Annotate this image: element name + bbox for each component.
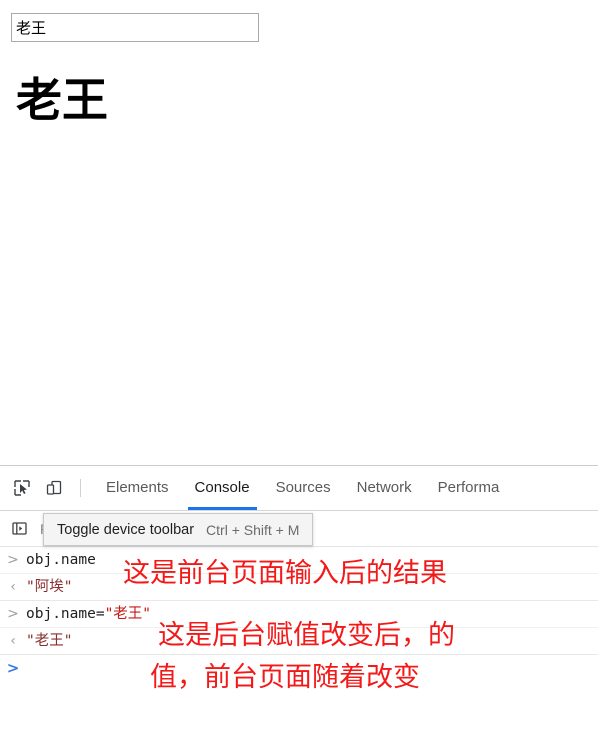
result-arrow-icon: ‹ bbox=[10, 579, 16, 595]
toolbar-divider bbox=[80, 479, 81, 497]
device-toolbar-icon[interactable] bbox=[40, 474, 68, 502]
tab-console[interactable]: Console bbox=[182, 466, 263, 510]
console-command-text: obj.name bbox=[26, 552, 96, 568]
command-prompt-icon: > bbox=[7, 552, 19, 568]
devtools-panel: Elements Console Sources Network Perform… bbox=[0, 465, 598, 730]
name-input[interactable] bbox=[11, 13, 259, 42]
devtools-tabbar: Elements Console Sources Network Perform… bbox=[0, 466, 598, 511]
result-arrow-icon: ‹ bbox=[10, 633, 16, 649]
page-heading: 老王 bbox=[16, 73, 108, 127]
console-command-text: obj.name= bbox=[26, 606, 105, 622]
console-message-list: > obj.name ‹ "阿埃" > obj.name= "老王" ‹ "老王"… bbox=[0, 547, 598, 691]
console-sidebar-icon[interactable] bbox=[6, 516, 32, 542]
device-toolbar-tooltip: Toggle device toolbar Ctrl + Shift + M bbox=[43, 513, 314, 546]
tab-network[interactable]: Network bbox=[344, 466, 425, 510]
console-input-row[interactable]: > bbox=[0, 655, 598, 691]
console-command-row[interactable]: > obj.name= "老王" bbox=[0, 601, 598, 628]
console-result-row: ‹ "阿埃" bbox=[0, 574, 598, 601]
tab-elements[interactable]: Elements bbox=[93, 466, 182, 510]
tab-performance[interactable]: Performa bbox=[425, 466, 513, 510]
console-result-text: "阿埃" bbox=[26, 579, 73, 595]
console-command-row[interactable]: > obj.name bbox=[0, 547, 598, 574]
command-prompt-icon: > bbox=[7, 606, 19, 622]
tab-sources[interactable]: Sources bbox=[263, 466, 344, 510]
inspect-element-icon[interactable] bbox=[8, 474, 36, 502]
console-result-row: ‹ "老王" bbox=[0, 628, 598, 655]
tooltip-title: Toggle device toolbar bbox=[57, 521, 195, 538]
tooltip-shortcut: Ctrl + Shift + M bbox=[206, 521, 300, 538]
console-command-string-literal: "老王" bbox=[104, 606, 152, 622]
web-page-viewport: 老王 bbox=[0, 0, 598, 465]
active-prompt-icon: > bbox=[6, 659, 20, 677]
console-result-text: "老王" bbox=[26, 633, 73, 649]
